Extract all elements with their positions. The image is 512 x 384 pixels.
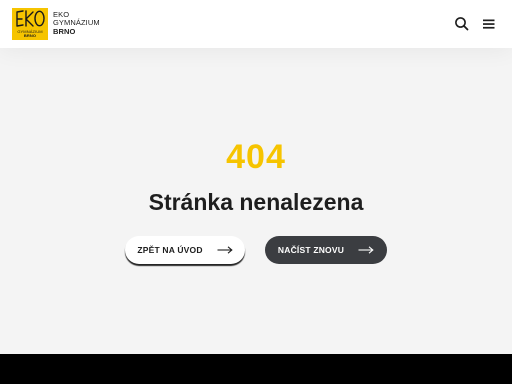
hamburger-menu-icon (483, 19, 495, 29)
site-header: GYMNÁZIUM BRNO EKO GYMNÁZIUM BRNO (0, 0, 512, 48)
error-title: Stránka nenalezena (148, 189, 364, 215)
reload-label: NAČÍST ZNOVU (277, 245, 345, 255)
logo-small-brno: BRNO (23, 33, 37, 38)
menu-button[interactable] (479, 14, 499, 34)
arrow-right-icon (358, 246, 374, 254)
reload-button[interactable]: NAČÍST ZNOVU (265, 236, 387, 264)
back-to-home-button[interactable]: ZPĚT NA ÚVOD (125, 236, 245, 264)
school-name[interactable]: EKO GYMNÁZIUM BRNO (53, 10, 100, 36)
error-code: 404 (226, 138, 286, 176)
school-logo[interactable]: GYMNÁZIUM BRNO (12, 8, 48, 40)
search-icon (455, 17, 469, 31)
back-to-home-label: ZPĚT NA ÚVOD (137, 245, 203, 255)
eko-logo-mark (16, 10, 45, 27)
school-name-line3: BRNO (53, 26, 76, 36)
site-footer (0, 354, 512, 384)
arrow-right-icon (217, 246, 233, 254)
search-button[interactable] (452, 14, 472, 34)
